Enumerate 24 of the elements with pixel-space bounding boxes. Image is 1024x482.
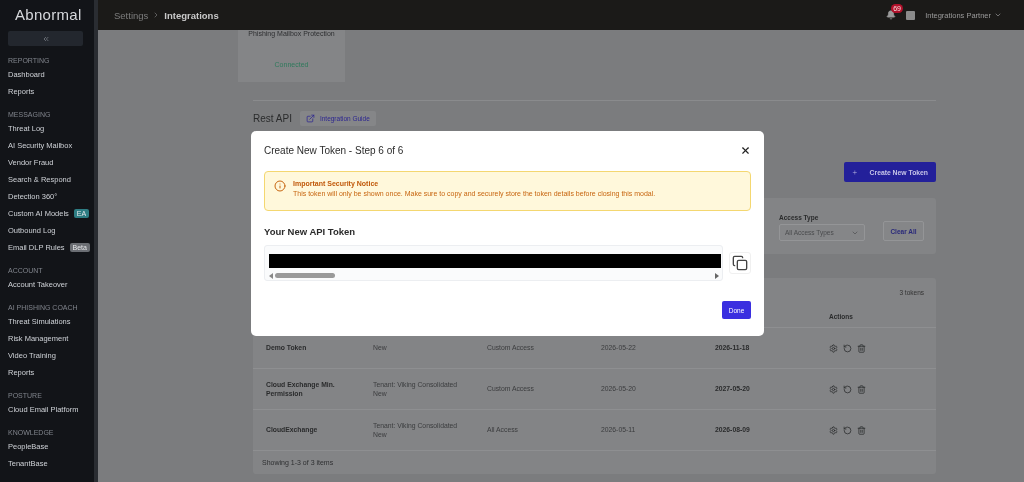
chevrons-left-icon (41, 34, 50, 43)
copy-button[interactable] (729, 252, 751, 274)
section-title: Rest API (253, 112, 292, 124)
bell-icon[interactable] (886, 10, 897, 20)
rotate-icon[interactable] (843, 343, 852, 353)
breadcrumb-item: Integrations (164, 9, 219, 21)
trash-icon[interactable] (857, 384, 866, 394)
rotate-icon[interactable] (843, 384, 852, 394)
settings-icon[interactable] (829, 425, 838, 435)
logo: Abnormal (14, 6, 83, 25)
trash-icon[interactable] (857, 425, 866, 435)
horizontal-scrollbar[interactable] (269, 272, 719, 279)
settings-icon[interactable] (829, 343, 838, 353)
breadcrumb-item[interactable]: Settings (114, 9, 149, 21)
settings-icon[interactable] (829, 384, 838, 394)
external-link-icon (305, 113, 315, 123)
token-label: Your New API Token (264, 226, 357, 237)
trash-icon[interactable] (857, 343, 866, 353)
chevron-down-icon (994, 11, 1002, 19)
rotate-icon[interactable] (843, 425, 852, 435)
close-button[interactable] (740, 145, 751, 156)
modal-title: Create New Token - Step 6 of 6 (264, 145, 404, 156)
token-field[interactable] (264, 245, 723, 281)
info-icon (274, 180, 286, 192)
